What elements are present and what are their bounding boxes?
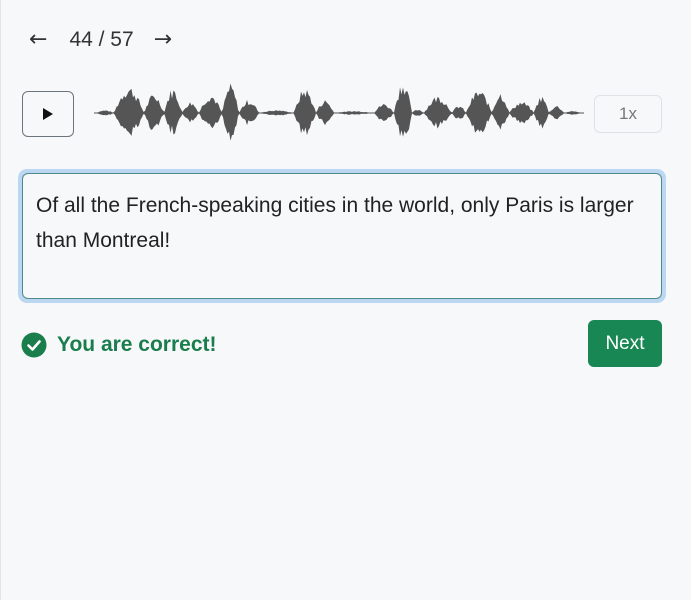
prev-arrow-icon[interactable]: ← <box>29 29 47 51</box>
result-message: You are correct! <box>57 333 217 356</box>
audio-player: 1x <box>22 83 662 141</box>
audio-waveform[interactable] <box>94 73 584 153</box>
next-button[interactable]: Next <box>588 320 662 367</box>
play-button[interactable] <box>22 91 74 137</box>
question-navigation: ← 44 / 57 → <box>29 24 172 56</box>
playback-speed-button[interactable]: 1x <box>594 95 662 133</box>
waveform-shape <box>94 83 583 141</box>
answer-focus-ring: Of all the French-speaking cities in the… <box>18 169 666 303</box>
next-arrow-icon[interactable]: → <box>154 29 172 51</box>
check-circle-icon <box>21 332 47 358</box>
answer-textarea[interactable]: Of all the French-speaking cities in the… <box>22 173 662 299</box>
question-counter: 44 / 57 <box>69 28 134 51</box>
play-icon <box>43 108 53 120</box>
result-feedback: You are correct! <box>21 331 217 359</box>
